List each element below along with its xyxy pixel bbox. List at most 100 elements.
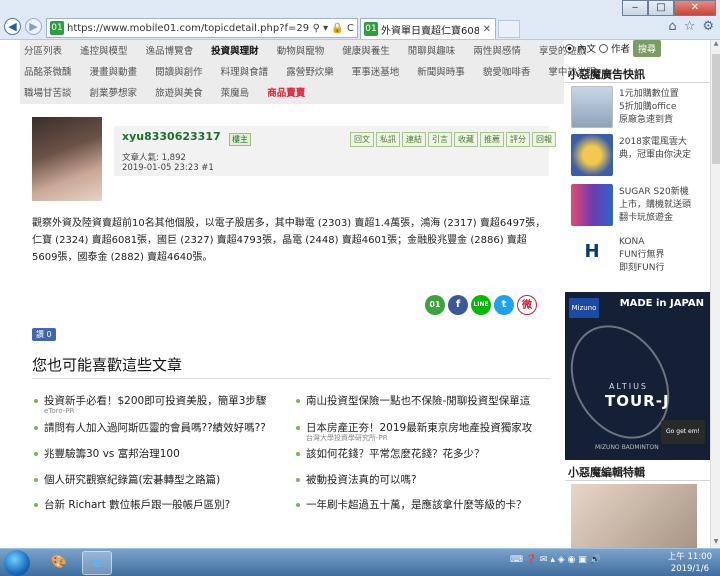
category-link[interactable]: 健康與養生 xyxy=(342,46,390,57)
ad-brand-line: MIZUNO BADMINTON xyxy=(595,444,659,451)
recommend-item[interactable]: 該如何花錢？平常怎麼花錢？花多少？ xyxy=(296,446,485,461)
quote-button[interactable]: 引言 xyxy=(428,132,452,147)
search-button[interactable]: 搜尋 xyxy=(633,40,662,57)
category-link[interactable]: 遙控與模型 xyxy=(80,46,128,57)
url-text[interactable]: https://www.mobile01.com/topicdetail.php… xyxy=(67,23,310,34)
category-link[interactable]: 萊魔島 xyxy=(221,88,250,99)
radio-content-label: 內文 xyxy=(577,44,597,55)
category-link[interactable]: 動物與寵物 xyxy=(277,46,325,57)
recommend-item[interactable]: 請問有人加入過阿斯匹靈的會員嗎??績效好嗎?? xyxy=(34,420,266,435)
post-body: 觀察外資及陸資賣超前10名其他個股，以電子股居多，其中聯電 (2303) 賣超1… xyxy=(32,218,546,263)
category-row-1: 分區列表 遙控與模型 逸品博覽會 投資與理財 動物與寵物 健康與養生 閒聊與趣味… xyxy=(24,43,594,59)
editor-feature-image[interactable] xyxy=(571,484,697,548)
category-link[interactable]: 兩性與感情 xyxy=(473,46,521,57)
facebook-share-icon[interactable]: f xyxy=(448,295,468,315)
category-link[interactable]: 分區列表 xyxy=(24,46,62,57)
category-link[interactable]: 閱讀與創作 xyxy=(155,67,203,78)
category-link[interactable]: 新聞與時事 xyxy=(417,67,465,78)
scroll-down-icon[interactable]: ▼ xyxy=(711,538,720,548)
ad-item-1[interactable]: 1元加購數位置 5折加購office 原廠急速到貨 xyxy=(571,86,709,132)
recommend-button[interactable]: 推薦 xyxy=(480,132,504,147)
radio-content[interactable] xyxy=(565,43,574,53)
weibo-share-icon[interactable]: 微 xyxy=(517,295,537,315)
window-controls: ‒ □ ✕ xyxy=(622,0,716,16)
trophy-thumbnail xyxy=(571,134,613,176)
share-bar: 01 f LINE t 微 xyxy=(425,295,537,315)
category-link[interactable]: 品酩茶微醺 xyxy=(24,67,72,78)
category-link[interactable]: 露營野炊樂 xyxy=(286,67,334,78)
category-link[interactable]: 貌愛咖啡香 xyxy=(483,67,531,78)
back-button[interactable]: ◀ xyxy=(4,18,21,35)
recommend-item[interactable]: 台新 Richart 數位帳戶跟一般帳戶區別? xyxy=(34,497,230,512)
tab-close-icon[interactable]: ✕ xyxy=(479,24,495,35)
category-link[interactable]: 職場甘苦談 xyxy=(24,88,72,99)
category-link[interactable]: 創業夢想家 xyxy=(90,88,138,99)
system-tray[interactable]: ⌨ ❓ ✉ ▴ ◈ ◉ ▣ 🔊 xyxy=(510,555,601,565)
category-link-hot[interactable]: 商品賣賣 xyxy=(267,88,305,99)
rate-button[interactable]: 評分 xyxy=(506,132,530,147)
recommend-item[interactable]: 被動投資法真的可以嗎? xyxy=(296,472,417,487)
post-datetime: 2019-01-05 23:23 #1 xyxy=(122,163,214,173)
home-icon[interactable]: ⌂ xyxy=(668,19,676,34)
category-link[interactable]: 料理與食譜 xyxy=(221,67,269,78)
clock-time: 上午 11:00 xyxy=(667,552,712,562)
post-username[interactable]: xyu8330623317 xyxy=(122,130,221,143)
minimize-button[interactable]: ‒ xyxy=(622,0,648,16)
scroll-thumb[interactable] xyxy=(712,54,720,164)
facebook-like-button[interactable]: 讚 0 xyxy=(32,328,56,341)
recommend-item[interactable]: 投資新手必看！$200即可投資美股，簡單3步驟 eToro-PR xyxy=(34,393,266,415)
start-button[interactable] xyxy=(4,550,30,576)
category-link[interactable]: 軍事迷基地 xyxy=(352,67,400,78)
ad-item-2[interactable]: 2018家電風雲大 典，冠軍由你決定 xyxy=(571,134,709,180)
site-favicon-icon: 01 xyxy=(50,21,64,35)
link-button[interactable]: 連結 xyxy=(402,132,426,147)
new-tab-button[interactable] xyxy=(498,20,520,38)
ad-made-in: MADE in JAPAN xyxy=(619,298,704,309)
category-link[interactable]: 逸品博覽會 xyxy=(146,46,194,57)
editor-section-title: 小惡魔編輯特輯 xyxy=(568,466,645,479)
mizuno-banner-ad[interactable]: Mizuno MADE in JAPAN ALTIUS TOUR-J Go ge… xyxy=(565,292,710,460)
scroll-up-icon[interactable]: ▲ xyxy=(711,40,720,50)
recommend-item[interactable]: 個人研究觀察紀錄篇(宏碁轉型之路篇) xyxy=(34,472,220,487)
recommend-item[interactable]: 南山投資型保險一點也不保險-閒聊投資型保單這 xyxy=(296,393,530,408)
ad-item-3[interactable]: SUGAR S20新機 上市，購機就送頭 翻卡玩旅遊金 xyxy=(571,184,709,230)
category-row-3: 職場甘苦談 創業夢想家 旅遊與美食 萊魔島 商品賣賣 xyxy=(24,85,313,101)
close-window-button[interactable]: ✕ xyxy=(674,0,716,16)
twitter-share-icon[interactable]: t xyxy=(494,295,514,315)
category-link-active[interactable]: 投資與理財 xyxy=(211,46,259,57)
recommend-item[interactable]: 日本房產正夯！2019最新東京房地產投資獨家攻 台灣大學投資學研究所-PR xyxy=(296,420,532,442)
hyundai-logo-icon: H xyxy=(571,234,613,276)
bookmark-button[interactable]: 收藏 xyxy=(454,132,478,147)
vertical-scrollbar[interactable]: ▲ ▼ xyxy=(710,40,720,548)
line-share-icon[interactable]: LINE xyxy=(471,295,491,315)
paint-app-icon[interactable]: 🎨 xyxy=(44,551,74,575)
ad-text: 2018家電風雲大 典，冠軍由你決定 xyxy=(619,137,692,160)
category-link[interactable]: 閒聊與趣味 xyxy=(408,46,456,57)
clock[interactable]: 上午 11:00 2019/1/6 xyxy=(668,551,712,575)
search-options: 內文 作者 搜尋 xyxy=(565,40,710,57)
browser-tools: ⌂ ☆ ⚙ xyxy=(668,19,714,34)
category-link[interactable]: 旅遊與美食 xyxy=(155,88,203,99)
mobile01-share-icon[interactable]: 01 xyxy=(425,295,445,315)
address-bar[interactable]: 01 https://www.mobile01.com/topicdetail.… xyxy=(46,18,358,38)
ie-app-icon[interactable]: e xyxy=(82,551,112,575)
maximize-button[interactable]: □ xyxy=(648,0,674,16)
recommend-item[interactable]: 一年刷卡超過五十萬，是應該拿什麼等級的卡？ xyxy=(296,497,527,512)
reply-button[interactable]: 回文 xyxy=(350,132,374,147)
radio-author[interactable] xyxy=(599,43,609,53)
divider xyxy=(32,378,550,379)
forward-button[interactable]: ▶ xyxy=(25,18,42,35)
settings-gear-icon[interactable]: ⚙ xyxy=(702,19,714,34)
tab-title: 外資單日賣超仁寶6081張 -... xyxy=(381,25,479,37)
address-controls[interactable]: ⚲ ▾ 🔒 C xyxy=(310,23,357,34)
avatar[interactable] xyxy=(32,117,102,201)
favorites-icon[interactable]: ☆ xyxy=(684,19,696,34)
recommend-item[interactable]: 兆豐驗籌30 vs 富邦治理100 xyxy=(34,446,180,461)
message-button[interactable]: 私訊 xyxy=(376,132,400,147)
ad-item-4[interactable]: H KONA FUN行無界 即刻FUN行 xyxy=(571,234,709,280)
category-link[interactable]: 漫畫與動畫 xyxy=(90,67,138,78)
post-popularity: 文章人氣: 1,892 xyxy=(122,153,186,163)
tab-current[interactable]: 01 外資單日賣超仁寶6081張 -... ✕ xyxy=(360,18,496,39)
report-button[interactable]: 回報 xyxy=(532,132,556,147)
laptop-thumbnail xyxy=(571,86,613,128)
